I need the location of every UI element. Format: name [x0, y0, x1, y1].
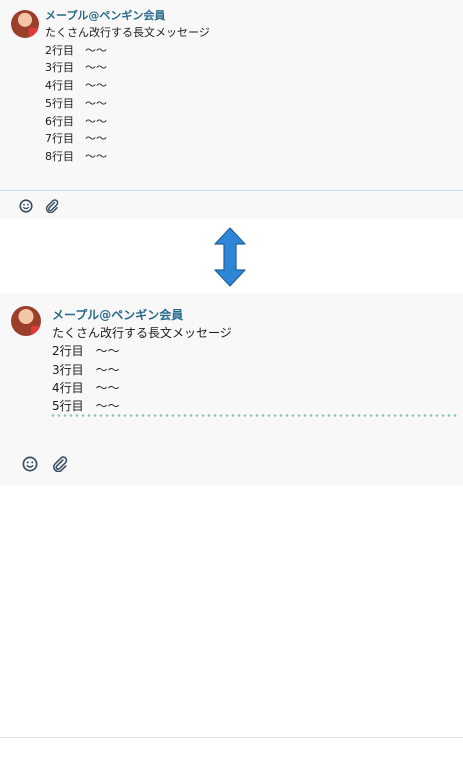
- message-line: たくさん改行する長文メッセージ: [52, 326, 232, 340]
- emoji-icon[interactable]: [22, 456, 38, 472]
- message-line: 4行目 〜〜: [52, 380, 120, 395]
- composer-toolbar: [0, 190, 463, 220]
- message-line: 3行目 〜〜: [52, 362, 120, 377]
- message-line: 4行目 〜〜: [45, 79, 107, 93]
- emoji-icon[interactable]: [19, 199, 33, 213]
- sender-name[interactable]: メープル@ペンギン会員: [45, 8, 210, 24]
- avatar[interactable]: [11, 306, 41, 336]
- message-line: 6行目 〜〜: [45, 114, 107, 128]
- message-panel-full: メープル@ペンギン会員 たくさん改行する長文メッセージ 2行目 〜〜 3行目 〜…: [0, 0, 463, 219]
- message-line: 2行目 〜〜: [52, 344, 120, 359]
- sender-name[interactable]: メープル@ペンギン会員: [52, 306, 232, 324]
- message-line: 7行目 〜〜: [45, 132, 107, 146]
- message-line: 3行目 〜〜: [45, 61, 107, 75]
- composer-toolbar: [0, 737, 463, 781]
- message-line: 5行目 〜〜: [52, 399, 120, 414]
- paperclip-icon[interactable]: [52, 456, 68, 472]
- message-line: たくさん改行する長文メッセージ: [45, 26, 210, 39]
- message-panel-truncated: メープル@ペンギン会員 たくさん改行する長文メッセージ 2行目 〜〜 3行目 〜…: [0, 294, 463, 738]
- double-arrow-icon: [214, 227, 246, 287]
- truncation-dots[interactable]: [50, 414, 460, 417]
- message-line: 2行目 〜〜: [45, 43, 107, 57]
- avatar[interactable]: [11, 10, 39, 38]
- paperclip-icon[interactable]: [45, 199, 59, 213]
- message-line: 5行目 〜〜: [45, 96, 107, 110]
- message: メープル@ペンギン会員 たくさん改行する長文メッセージ 2行目 〜〜 3行目 〜…: [52, 306, 232, 415]
- message: メープル@ペンギン会員 たくさん改行する長文メッセージ 2行目 〜〜 3行目 〜…: [45, 8, 210, 166]
- message-line: 8行目 〜〜: [45, 149, 107, 163]
